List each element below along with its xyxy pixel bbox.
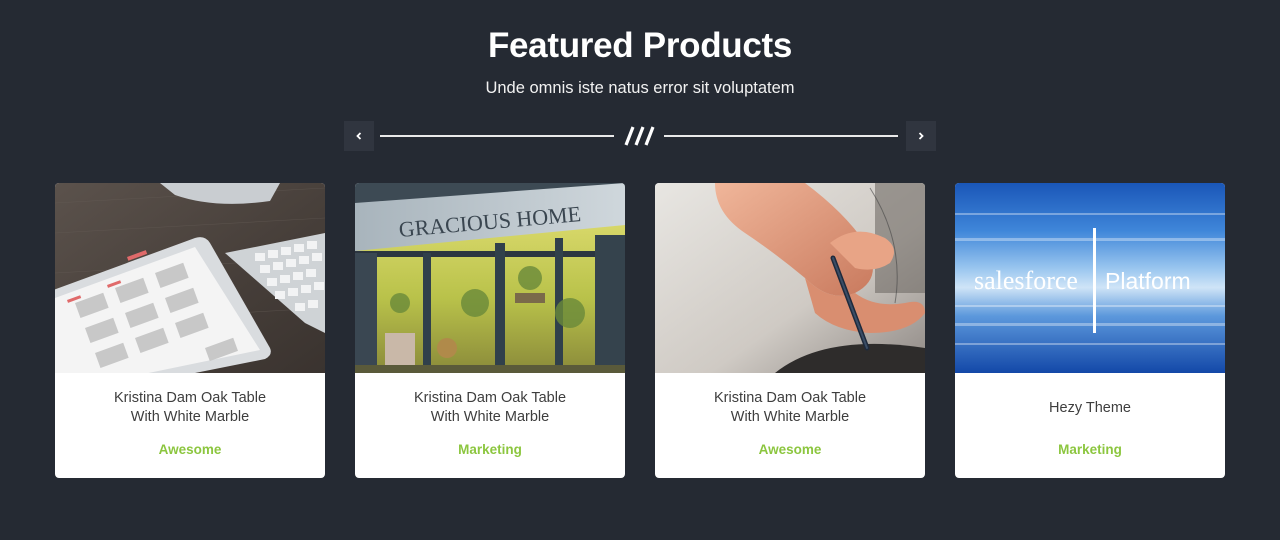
product-image-tablet[interactable] <box>55 183 325 373</box>
product-image-salesforce[interactable]: salesforce Platform <box>955 183 1225 373</box>
product-image-storefront[interactable]: GRACIOUS HOME <box>355 183 625 373</box>
gracious-home-storefront-photo: GRACIOUS HOME <box>355 183 625 373</box>
product-card[interactable]: GRACIOUS HOME Kristina Dam Oak Table Wit… <box>355 183 625 478</box>
section-title: Featured Products <box>487 26 793 65</box>
product-card[interactable]: Kristina Dam Oak Table With White Marble… <box>55 183 325 478</box>
divider-line-right <box>664 135 898 137</box>
salesforce-platform-logo: salesforce Platform <box>955 183 1225 373</box>
product-category[interactable]: Marketing <box>955 442 1225 457</box>
product-category[interactable]: Awesome <box>55 442 325 457</box>
platform-logo-text: Platform <box>1105 268 1191 294</box>
carousel-prev-button[interactable] <box>344 121 374 151</box>
divider-line-left <box>380 135 614 137</box>
product-name[interactable]: Kristina Dam Oak Table With White Marble <box>65 389 315 426</box>
tablet-calendar-keyboard-photo <box>55 183 325 373</box>
product-name[interactable]: Kristina Dam Oak Table With White Marble <box>365 389 615 426</box>
product-category[interactable]: Marketing <box>355 442 625 457</box>
hand-stylus-tablet-photo <box>655 183 925 373</box>
product-card[interactable]: Kristina Dam Oak Table With White Marble… <box>655 183 925 478</box>
chevron-left-icon <box>356 132 362 140</box>
carousel-nav <box>344 121 936 151</box>
salesforce-logo-text: salesforce <box>974 266 1078 295</box>
product-category[interactable]: Awesome <box>655 442 925 457</box>
chevron-right-icon <box>918 132 924 140</box>
featured-products-section: Featured Products Unde omnis iste natus … <box>0 0 1280 540</box>
section-subtitle: Unde omnis iste natus error sit voluptat… <box>485 79 795 97</box>
product-image-stylus[interactable] <box>655 183 925 373</box>
carousel-next-button[interactable] <box>906 121 936 151</box>
product-name[interactable]: Kristina Dam Oak Table With White Marble <box>665 389 915 426</box>
product-name[interactable]: Hezy Theme <box>965 399 1215 418</box>
product-card[interactable]: salesforce Platform Hezy Theme Marketing <box>955 183 1225 478</box>
triple-slash-icon <box>624 126 655 146</box>
